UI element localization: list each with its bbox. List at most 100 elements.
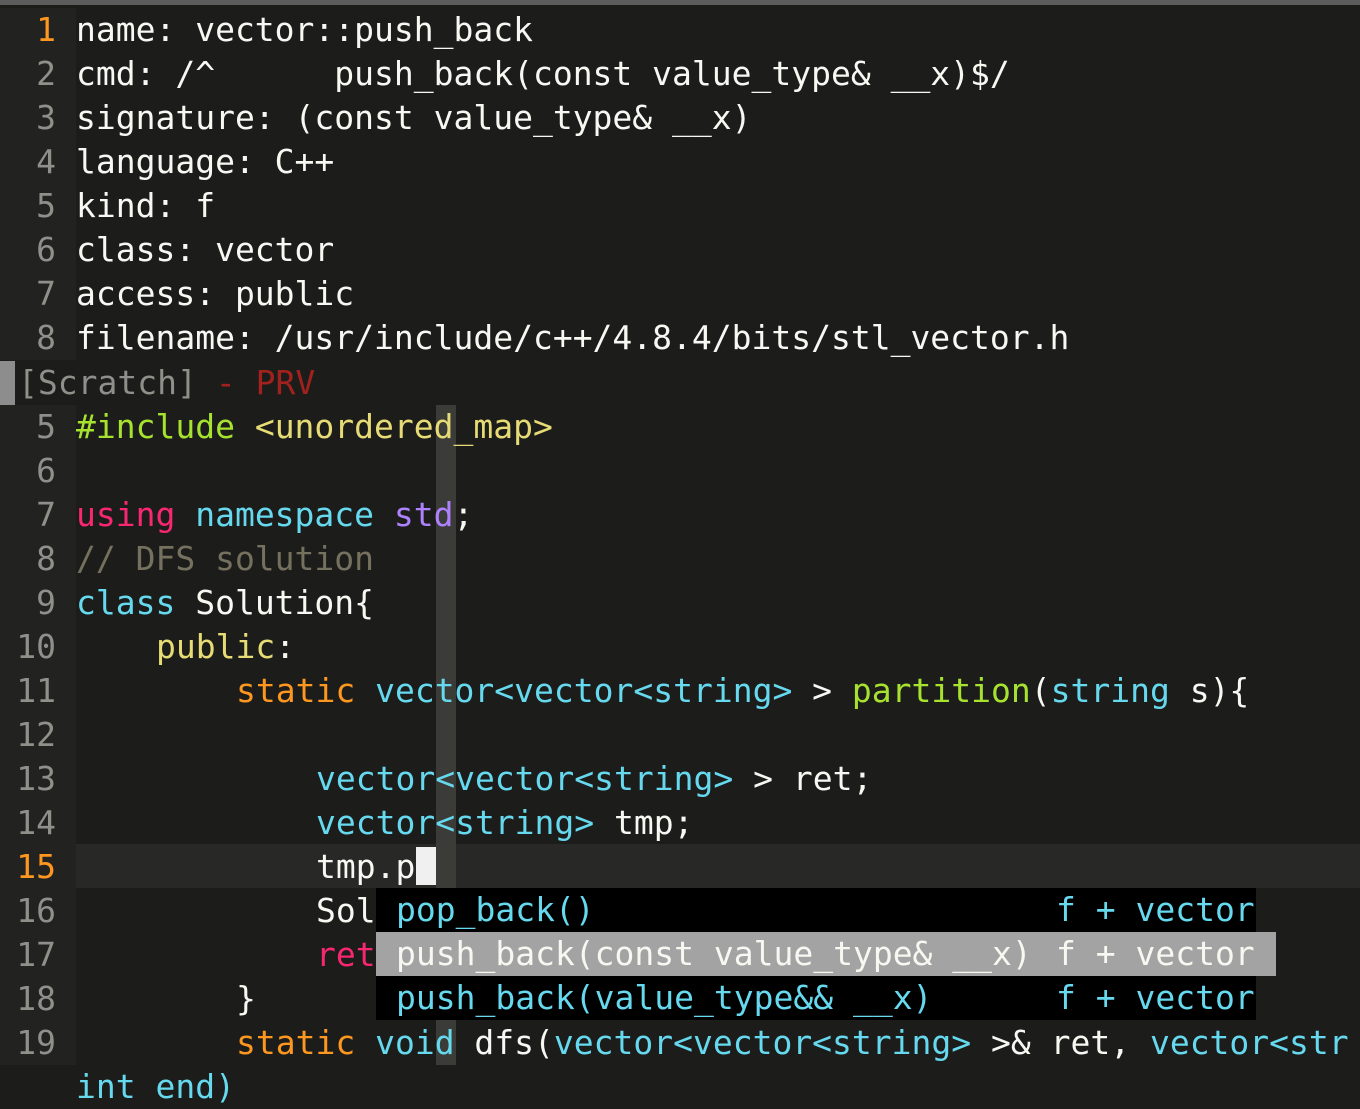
line-number: 7 (36, 495, 56, 534)
preprocessor-directive: #include (76, 407, 235, 446)
line-number-gutter: 3 (0, 96, 76, 140)
preview-line-text: signature: (const value_type& __x) (76, 98, 752, 137)
code-text: tmp.p (316, 847, 416, 886)
code-text: dfs( (454, 1023, 554, 1062)
type-name: vector<vector<string> (355, 671, 793, 710)
type-name: string (1050, 671, 1170, 710)
line-number-gutter: 9 (0, 581, 76, 625)
completion-word: push_back(value_type&& __x) (396, 978, 933, 1017)
line-number: 13 (16, 759, 56, 798)
line-number-gutter: 7 (0, 493, 76, 537)
line-number-gutter: 4 (0, 140, 76, 184)
completion-kind: f + vector (1056, 890, 1255, 929)
code-line: 9 class Solution{ (0, 581, 1360, 625)
comment: // DFS solution (76, 539, 375, 578)
preview-line: 5 kind: f (0, 184, 1360, 228)
completion-popup[interactable]: pop_back() f + vector push_back(const val… (376, 888, 1276, 1020)
line-number-gutter: 6 (0, 449, 76, 493)
line-number: 11 (16, 671, 56, 710)
line-number: 19 (16, 1023, 56, 1062)
line-number-gutter: 6 (0, 228, 76, 272)
preview-line-text: language: C++ (76, 142, 335, 181)
line-number-gutter: 7 (0, 272, 76, 316)
statusline-marker (0, 361, 15, 405)
code-line: 11 static vector<vector<string> > partiti… (0, 669, 1360, 713)
keyword: class (76, 583, 176, 622)
code-text: : (275, 627, 296, 666)
preview-line-text: filename: /usr/include/c++/4.8.4/bits/st… (76, 318, 1070, 357)
line-number-gutter: 14 (0, 801, 76, 845)
popup-scrollbar[interactable] (1256, 888, 1276, 932)
buffer-name: [Scratch] (18, 363, 197, 402)
line-number: 1 (36, 10, 56, 49)
line-number: 9 (36, 583, 56, 622)
namespace-name: std (374, 495, 454, 534)
code-line-current: 15 tmp.p (0, 845, 1360, 889)
line-number-gutter: 17 (0, 933, 76, 977)
code-line: 12 (0, 713, 1360, 757)
line-number-gutter: 5 (0, 184, 76, 228)
code-line: 19 static void dfs(vector<vector<string> … (0, 1021, 1360, 1065)
preview-statusline[interactable]: [Scratch] - PRV (0, 361, 315, 405)
line-number-current: 15 (16, 847, 56, 886)
code-line: 8 // DFS solution (0, 537, 1360, 581)
preview-line-text: name: vector::push_back (76, 10, 533, 49)
code-text: > (792, 671, 852, 710)
line-number: 7 (36, 274, 56, 313)
line-number-gutter: 12 (0, 713, 76, 757)
line-number: 5 (36, 407, 56, 446)
line-number-gutter: 18 (0, 977, 76, 1021)
line-number-gutter: 5 (0, 405, 76, 449)
line-number: 16 (16, 891, 56, 930)
line-number-gutter: 13 (0, 757, 76, 801)
keyword: static (236, 1023, 356, 1062)
line-number-gutter: 15 (0, 845, 76, 889)
type-name: vector<str (1149, 1023, 1349, 1062)
completion-kind: f + vector (1056, 978, 1255, 1017)
completion-item[interactable]: push_back(value_type&& __x) f + vector (376, 976, 1276, 1020)
code-line: 6 (0, 449, 1360, 493)
preview-line-text: access: public (76, 274, 355, 313)
code-text: s){ (1169, 671, 1250, 710)
preview-line-text: cmd: /^ push_back(const value_type& __x)… (76, 54, 1010, 93)
code-text: ( (1030, 671, 1051, 710)
window-top-border (0, 0, 1360, 5)
preview-line-text: kind: f (76, 186, 216, 225)
type-name: vector<vector<string> (553, 1023, 972, 1062)
line-number-gutter: 8 (0, 537, 76, 581)
line-number-gutter: 11 (0, 669, 76, 713)
keyword: using (76, 495, 176, 534)
completion-word: pop_back() (396, 890, 595, 929)
completion-word: push_back(const value_type& __x) (396, 934, 1032, 973)
completion-item[interactable]: pop_back() f + vector (376, 888, 1276, 932)
line-number: 5 (36, 186, 56, 225)
code-line: 5 #include <unordered_map> (0, 405, 1360, 449)
code-line: 10 public: (0, 625, 1360, 669)
code-text: > ret; (733, 759, 873, 798)
code-text: Sol (316, 891, 376, 930)
line-number: 17 (16, 935, 56, 974)
line-number-gutter: 8 (0, 316, 76, 360)
preview-line-text: class: vector (76, 230, 335, 269)
code-text: int end) (76, 1067, 235, 1106)
preview-line: 7 access: public (0, 272, 1360, 316)
code-text: >& ret, (971, 1023, 1150, 1062)
type-name: vector<vector<string> (316, 759, 734, 798)
code-line: 13 vector<vector<string> > ret; (0, 757, 1360, 801)
completion-item-selected[interactable]: push_back(const value_type& __x) f + vect… (376, 932, 1276, 976)
line-number: 2 (36, 54, 56, 93)
code-line-wrapped: int end) (0, 1065, 1360, 1109)
line-number: 6 (36, 230, 56, 269)
access-specifier: public (156, 627, 276, 666)
line-number-gutter: 16 (0, 889, 76, 933)
line-number-gutter: 19 (0, 1021, 76, 1065)
line-number: 6 (36, 451, 56, 490)
preview-line: 3 signature: (const value_type& __x) (0, 96, 1360, 140)
line-number-gutter: 10 (0, 625, 76, 669)
type-name: void (355, 1023, 455, 1062)
buffer-flag: - PRV (196, 363, 316, 402)
type-name: vector<string> (316, 803, 595, 842)
line-number: 3 (36, 98, 56, 137)
line-number: 8 (36, 318, 56, 357)
popup-scrollbar[interactable] (1256, 976, 1276, 1020)
